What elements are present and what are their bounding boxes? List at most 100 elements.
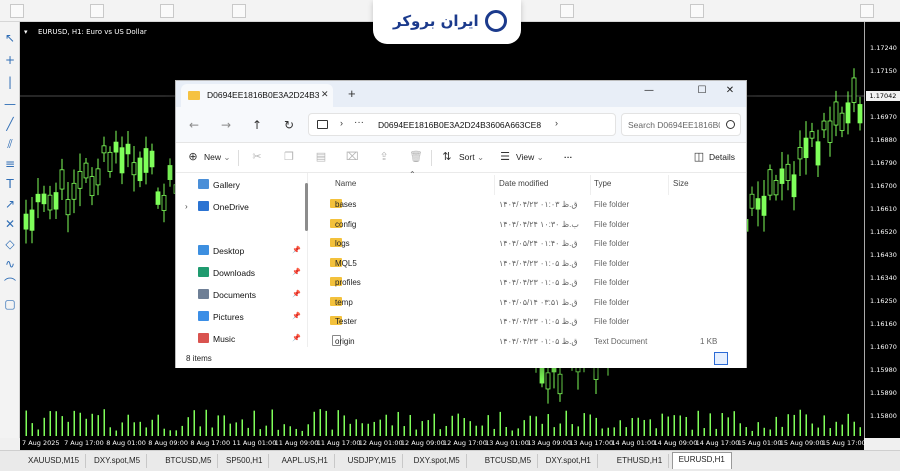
up-button[interactable]: ↑ (249, 118, 265, 132)
column-divider[interactable] (668, 175, 669, 195)
candle-body (809, 131, 815, 139)
details-button[interactable]: Details (709, 152, 735, 162)
nav-item[interactable]: Documents 📌 (198, 289, 301, 305)
nav-item[interactable]: Gallery (198, 179, 240, 195)
candle-body (779, 168, 785, 184)
pin-icon[interactable]: 📌 (292, 268, 301, 276)
shapes-icon[interactable]: ◇ (2, 236, 18, 252)
chevron-right-icon[interactable]: › (555, 118, 558, 128)
address-bar[interactable]: › ··· D0694EE1816B0E3A2D24B3606A663CE8 › (308, 113, 616, 136)
pin-icon[interactable]: 📌 (292, 312, 301, 320)
cursor-icon[interactable]: ↖ (2, 30, 18, 46)
file-row[interactable]: MQL5 ۱۴۰۴/۰۴/۲۳ ق.ظ ۰۱:۰۵ File folder (308, 254, 746, 273)
file-row[interactable]: config ۱۴۰۴/۰۴/۲۴ ب.ظ ۱۰:۳۰ File folder (308, 215, 746, 234)
file-row[interactable]: logs ۱۴۰۴/۰۵/۲۴ ق.ظ ۰۱:۴۰ File folder (308, 234, 746, 253)
nav-item[interactable]: OneDrive (198, 201, 249, 217)
close-tab-icon[interactable]: ✕ (321, 89, 329, 100)
nav-item[interactable]: Downloads 📌 (198, 267, 301, 283)
volume-bar (79, 412, 81, 436)
chart-tab[interactable]: BTCUSD,M5 (159, 454, 219, 468)
volume-bar (217, 415, 219, 436)
toolbar-button[interactable] (90, 4, 104, 18)
toolbar-button[interactable] (560, 4, 574, 18)
expand-chevron-icon[interactable]: › (185, 202, 188, 211)
more-options-button[interactable]: ··· (564, 152, 573, 162)
arrow-tool-icon[interactable]: ↗ (2, 196, 18, 212)
close-button[interactable]: ✕ (719, 85, 741, 96)
volume-bar (595, 417, 597, 436)
pin-icon[interactable]: 📌 (292, 246, 301, 254)
toolbar-button[interactable] (690, 4, 704, 18)
view-button[interactable]: View ⌄ (516, 152, 544, 163)
volume-bar (301, 430, 303, 436)
tiles-view-button[interactable] (731, 352, 745, 365)
polyline-icon[interactable]: ⌒ (2, 276, 18, 292)
elliott-icon[interactable]: ∿ (2, 256, 18, 272)
column-date[interactable]: Date modified (499, 179, 548, 188)
crosshair-icon[interactable]: + (2, 52, 18, 68)
nav-item[interactable]: Music 📌 (198, 333, 301, 349)
file-row[interactable]: temp ۱۴۰۴/۰۵/۱۴ ق.ظ ۰۳:۵۱ File folder (308, 293, 746, 312)
chart-tab[interactable]: BTCUSD,M5 (479, 454, 539, 468)
gann-icon[interactable]: ✕ (2, 216, 18, 232)
more-locations-icon[interactable]: ··· (354, 117, 364, 128)
file-row[interactable]: profiles ۱۴۰۴/۰۴/۲۳ ق.ظ ۰۱:۰۵ File folder (308, 273, 746, 292)
pin-icon[interactable]: 📌 (292, 334, 301, 342)
column-divider[interactable] (494, 175, 495, 195)
chart-tab[interactable]: ETHUSD,H1 (611, 454, 670, 468)
chevron-right-icon[interactable]: › (340, 118, 343, 128)
toolbar-button[interactable] (10, 4, 24, 18)
trendline-icon[interactable]: ╱ (2, 116, 18, 132)
file-row[interactable]: Tester ۱۴۰۴/۰۴/۲۳ ق.ظ ۰۱:۰۵ File folder (308, 312, 746, 331)
details-view-button[interactable] (714, 352, 728, 365)
channel-icon[interactable]: ⫽ (2, 136, 18, 152)
pin-icon[interactable]: 📌 (292, 290, 301, 298)
sort-button[interactable]: Sort ⌄ (459, 152, 484, 163)
rectangle-icon[interactable]: ▢ (2, 296, 18, 312)
nav-item[interactable]: Pictures 📌 (198, 311, 301, 327)
copy-icon[interactable]: ❐ (283, 151, 295, 163)
explorer-tab[interactable]: D0694EE1816B0E3A2D24B3606A663CE8 ✕ (181, 84, 333, 107)
column-size[interactable]: Size (673, 179, 689, 188)
horizontal-line-icon[interactable]: — (2, 96, 18, 112)
fibonacci-icon[interactable]: ≡ (2, 156, 18, 172)
vertical-line-icon[interactable]: | (2, 74, 18, 90)
volume-bar (565, 410, 567, 436)
file-row[interactable]: bases ۱۴۰۴/۰۴/۲۳ ق.ظ ۰۱:۰۳ File folder (308, 195, 746, 214)
rename-icon[interactable]: ⌧ (346, 151, 359, 163)
back-button[interactable]: ← (186, 118, 202, 132)
toolbar-button[interactable] (860, 4, 874, 18)
paste-icon[interactable]: ▤ (315, 151, 327, 163)
volume-bar (655, 428, 657, 436)
toolbar-button[interactable] (232, 4, 246, 18)
chart-tab[interactable]: AAPL.US,H1 (276, 454, 335, 468)
forward-button[interactable]: → (218, 118, 234, 132)
chart-tab[interactable]: DXY.spot,M5 (408, 454, 467, 468)
chart-tab[interactable]: USDJPY,M15 (342, 454, 403, 468)
column-divider[interactable] (590, 175, 591, 195)
delete-icon[interactable]: 🗑 (409, 151, 423, 163)
chart-tab[interactable]: XAUUSD,M15 (22, 454, 87, 468)
maximize-button[interactable]: ☐ (691, 85, 713, 96)
chart-menu-icon[interactable]: ▾ (24, 28, 28, 36)
file-row[interactable]: origin ۱۴۰۴/۰۴/۲۳ ق.ظ ۰۱:۰۵ Text Document 1… (308, 332, 746, 351)
share-icon[interactable]: ⇪ (378, 151, 390, 163)
divider (238, 150, 239, 166)
column-type[interactable]: Type (594, 179, 611, 188)
chart-tab[interactable]: EURUSD,H1 (671, 452, 732, 469)
chart-tab[interactable]: DXY.spot,H1 (540, 454, 598, 468)
search-box[interactable]: Search D0694EE1816B0E3A2D24B3606A663CE8 (621, 113, 741, 136)
chart-tab[interactable]: DXY.spot,M5 (88, 454, 148, 468)
chart-tab[interactable]: SP500,H1 (220, 454, 270, 468)
nav-item[interactable]: Desktop 📌 (198, 245, 301, 261)
toolbar-button[interactable] (160, 4, 174, 18)
minimize-button[interactable]: — (638, 85, 660, 96)
new-button[interactable]: New ⌄ (204, 152, 231, 163)
new-tab-button[interactable]: + (348, 86, 356, 101)
candle-body (95, 168, 101, 186)
price-label: 1.15980 (870, 366, 897, 374)
column-name[interactable]: Name (335, 179, 356, 188)
cut-icon[interactable]: ✂ (251, 151, 263, 163)
text-tool-icon[interactable]: T (2, 176, 18, 192)
refresh-button[interactable]: ↻ (281, 118, 297, 132)
